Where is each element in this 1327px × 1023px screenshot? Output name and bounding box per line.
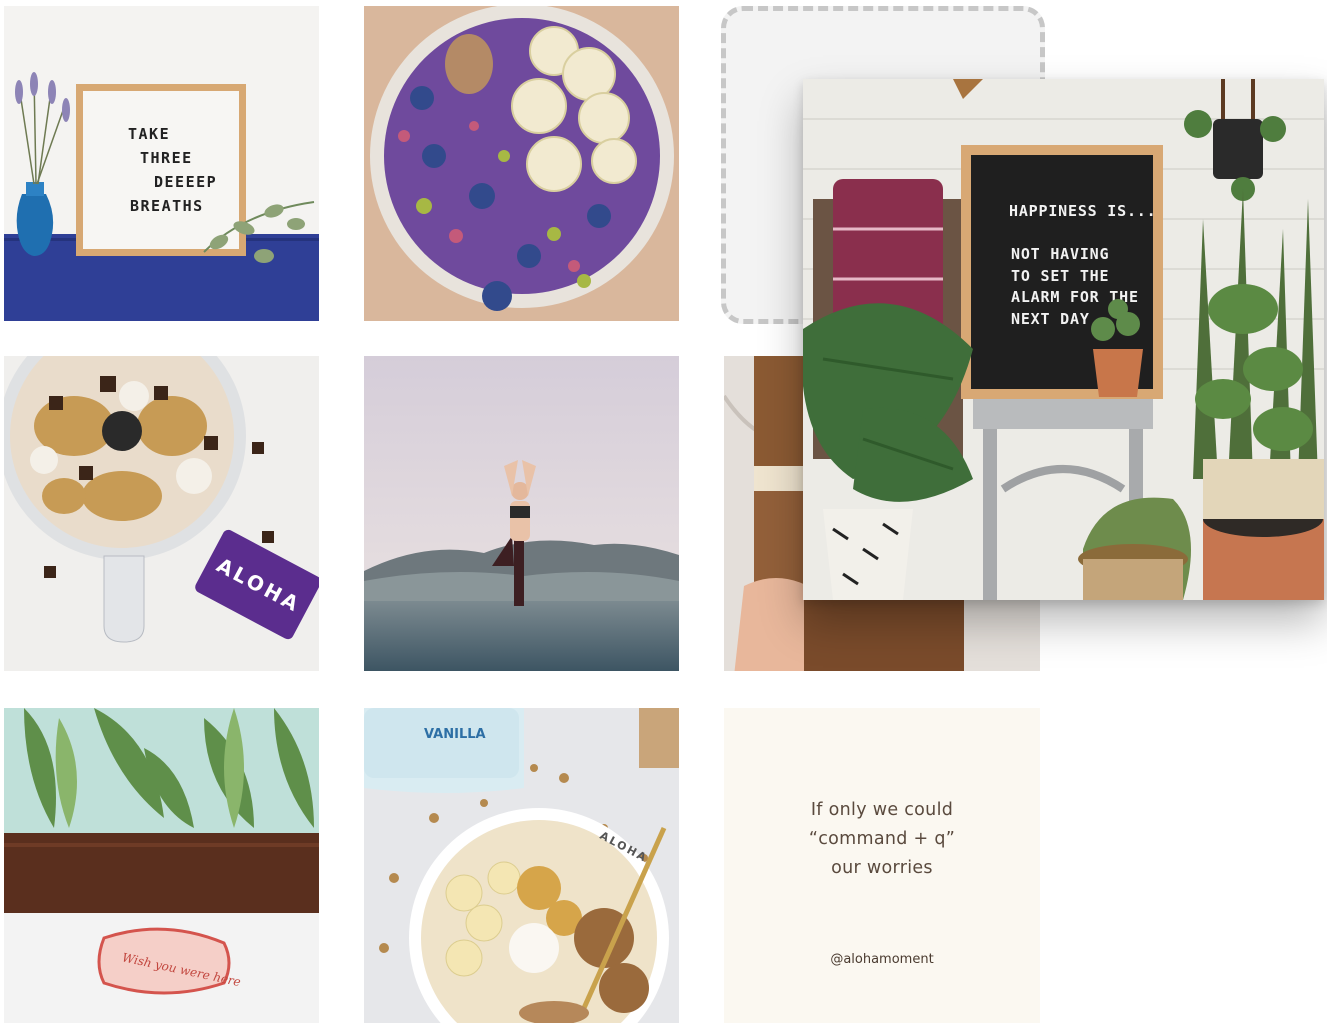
letterboard-photo: TAKE THREE DEEEEP BREATHS — [4, 6, 319, 321]
letterboard-plants-photo: HAPPINESS IS... NOT HAVING TO SET THE AL… — [803, 79, 1324, 600]
letterboard-line-1: TAKE — [128, 125, 170, 143]
jar-label: VANILLA — [424, 727, 486, 742]
board-line-5: NEXT DAY — [1011, 310, 1090, 328]
board-line-1: HAPPINESS IS... — [1009, 202, 1156, 220]
photo-tile-sleep-mask[interactable]: Wish you were here — [4, 708, 319, 1023]
letterboard-line-2: THREE — [140, 149, 193, 167]
board-line-2: NOT HAVING — [1011, 245, 1109, 263]
sleep-mask-photo: Wish you were here — [4, 708, 319, 1023]
board-line-3: TO SET THE — [1011, 267, 1109, 285]
photo-tile-smoothie-bowl[interactable] — [364, 6, 679, 321]
letterboard-line-3: DEEEEP — [154, 173, 217, 191]
photo-tile-oatmeal-bowl[interactable]: VANILLA ALOHA — [364, 708, 679, 1023]
photo-tile-food-processor[interactable]: ALOHA — [4, 356, 319, 671]
oatmeal-bowl-photo: VANILLA ALOHA — [364, 708, 679, 1023]
photo-tile-take-three-breaths[interactable]: TAKE THREE DEEEEP BREATHS — [4, 6, 319, 321]
smoothie-bowl-photo — [364, 6, 679, 321]
photo-tile-yoga[interactable] — [364, 356, 679, 671]
quote-handle: @alohamoment — [830, 952, 934, 967]
quote-text: If only we could “command + q” our worri… — [808, 800, 956, 878]
quote-card-tile[interactable]: If only we could “command + q” our worri… — [724, 708, 1040, 1023]
dragged-photo-tile-happiness[interactable]: HAPPINESS IS... NOT HAVING TO SET THE AL… — [803, 79, 1324, 600]
letterboard-line-4: BREATHS — [130, 197, 204, 215]
food-processor-photo: ALOHA — [4, 356, 319, 671]
yoga-photo — [364, 356, 679, 671]
